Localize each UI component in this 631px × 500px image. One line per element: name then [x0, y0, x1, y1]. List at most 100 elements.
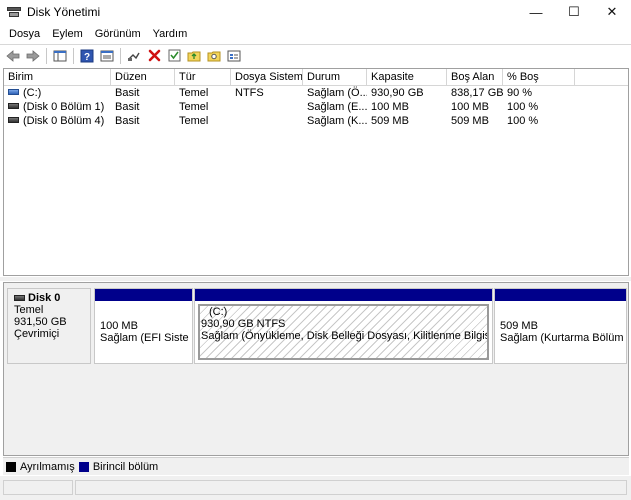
toolbar-separator	[73, 47, 74, 64]
partition-bar	[495, 289, 626, 301]
pane-splitter[interactable]	[0, 277, 631, 281]
legend-swatch	[6, 461, 16, 472]
partition-c[interactable]: (C:) 930,90 GB NTFS Sağlam (Önyükleme, D…	[194, 288, 493, 364]
column-header-bos-alan[interactable]: Boş Alan	[447, 69, 503, 85]
cell-durum: Sağlam (K...	[307, 115, 367, 127]
partition-bar	[195, 289, 492, 301]
cell-birim: (Disk 0 Bölüm 4)	[4, 114, 111, 128]
status-bar	[0, 476, 631, 500]
legend-item-primary: Birincil bölüm	[78, 460, 159, 473]
cell-tur: Temel	[179, 115, 209, 127]
cell-durum: Sağlam (E...	[307, 101, 367, 113]
toolbar-separator	[46, 47, 47, 64]
partition-status: Sağlam (Kurtarma Bölümü)	[500, 332, 623, 344]
cell-dosya-sistemi	[231, 114, 303, 128]
cell-birim: (Disk 0 Bölüm 1)	[4, 100, 111, 114]
partition-recovery[interactable]: 509 MB Sağlam (Kurtarma Bölümü)	[494, 288, 627, 364]
volume-icon	[8, 103, 19, 110]
volume-name: (Disk 0 Bölüm 4)	[23, 115, 105, 127]
cell-dosya-sistemi	[231, 100, 303, 114]
console-tree-icon[interactable]	[50, 47, 70, 65]
volume-name: (Disk 0 Bölüm 1)	[23, 101, 105, 113]
legend: Ayrılmamış Birincil bölüm	[3, 457, 629, 475]
cell-birim: (C:)	[4, 86, 111, 100]
cell-kapasite: 930,90 GB	[371, 87, 424, 99]
volume-icon	[8, 89, 19, 96]
disk-graphical-view: Disk 0 Temel 931,50 GB Çevrimiçi 100 MB …	[3, 282, 629, 456]
disk-name: Disk 0	[28, 292, 61, 304]
cell-yuzde-bos: 100 %	[507, 115, 539, 127]
partition-body-selected: (C:) 930,90 GB NTFS Sağlam (Önyükleme, D…	[198, 304, 489, 360]
search-folder-icon[interactable]	[204, 47, 224, 65]
partition-bar	[95, 289, 192, 301]
cell-durum: Sağlam (Ö...	[307, 87, 367, 99]
minimize-button[interactable]: —	[517, 0, 555, 24]
check-icon[interactable]	[164, 47, 184, 65]
folder-up-icon[interactable]	[184, 47, 204, 65]
partition-efi[interactable]: 100 MB Sağlam (EFI Sistem B	[94, 288, 193, 364]
partition-status: Sağlam (Önyükleme, Disk Belleği Dosyası,…	[201, 330, 487, 342]
disk-size: 931,50 GB	[14, 316, 67, 328]
partition-body: 100 MB Sağlam (EFI Sistem B	[98, 304, 189, 360]
properties-icon[interactable]	[97, 47, 117, 65]
disk-row: Disk 0 Temel 931,50 GB Çevrimiçi 100 MB …	[7, 288, 627, 364]
partition-size: 100 MB	[100, 320, 138, 332]
column-header-duzen[interactable]: Düzen	[111, 69, 175, 85]
cell-tur: Temel	[179, 87, 209, 99]
table-row[interactable]: (C:) Basit Temel NTFS Sağlam (Ö... 930,9…	[4, 86, 628, 100]
help-icon[interactable]: ?	[77, 47, 97, 65]
column-header-kapasite[interactable]: Kapasite	[367, 69, 447, 85]
disk-icon	[14, 295, 25, 301]
partition-body: 509 MB Sağlam (Kurtarma Bölümü)	[498, 304, 623, 360]
cell-duzen: Basit	[115, 115, 140, 127]
list-header: Birim Düzen Tür Dosya Sistemi Durum Kapa…	[4, 69, 628, 86]
cell-yuzde-bos: 100 %	[507, 101, 539, 113]
forward-arrow-icon[interactable]	[23, 47, 43, 65]
volume-icon	[8, 117, 19, 124]
graph-background: Disk 0 Temel 931,50 GB Çevrimiçi 100 MB …	[4, 283, 628, 455]
legend-label: Birincil bölüm	[92, 460, 159, 473]
cell-bos-alan: 509 MB	[451, 115, 489, 127]
table-row[interactable]: (Disk 0 Bölüm 1) Basit Temel Sağlam (E..…	[4, 100, 628, 114]
column-header-birim[interactable]: Birim	[4, 69, 111, 85]
connect-icon[interactable]	[124, 47, 144, 65]
column-header-durum[interactable]: Durum	[303, 69, 367, 85]
volume-name: (C:)	[23, 87, 42, 99]
close-button[interactable]: ✕	[593, 0, 631, 24]
disk-name-line: Disk 0	[14, 292, 90, 304]
menu-gorunum[interactable]: Görünüm	[89, 25, 147, 43]
partition-size: 930,90 GB NTFS	[201, 318, 286, 330]
title-bar: Disk Yönetimi — ☐ ✕	[0, 0, 631, 24]
delete-icon[interactable]	[144, 47, 164, 65]
back-arrow-icon[interactable]	[3, 47, 23, 65]
partition-title: (C:)	[209, 306, 228, 318]
partition-size: 509 MB	[500, 320, 538, 332]
svg-text:?: ?	[84, 52, 90, 63]
disk-management-icon	[7, 6, 21, 18]
column-header-tur[interactable]: Tür	[175, 69, 231, 85]
menu-yardim[interactable]: Yardım	[147, 25, 194, 43]
cell-kapasite: 100 MB	[371, 101, 409, 113]
maximize-button[interactable]: ☐	[555, 0, 593, 24]
column-header-yuzde-bos[interactable]: % Boş	[503, 69, 575, 85]
disk-status: Çevrimiçi	[14, 328, 60, 340]
legend-label: Ayrılmamış	[20, 460, 75, 473]
column-header-dosya-sistemi[interactable]: Dosya Sistemi	[231, 69, 303, 85]
legend-item-unallocated: Ayrılmamış	[6, 461, 75, 473]
drive-list-icon[interactable]	[224, 47, 244, 65]
cell-yuzde-bos: 90 %	[507, 87, 533, 99]
window-title: Disk Yönetimi	[27, 5, 101, 19]
toolbar: ?	[0, 44, 631, 66]
cell-tur: Temel	[179, 101, 209, 113]
partition-status: Sağlam (EFI Sistem B	[100, 332, 189, 344]
menu-dosya[interactable]: Dosya	[3, 25, 46, 43]
toolbar-separator	[120, 47, 121, 64]
cell-duzen: Basit	[115, 87, 140, 99]
status-cell	[3, 480, 73, 495]
disk-label[interactable]: Disk 0 Temel 931,50 GB Çevrimiçi	[7, 288, 91, 364]
menu-bar: Dosya Eylem Görünüm Yardım	[0, 25, 193, 43]
menu-eylem[interactable]: Eylem	[46, 25, 89, 43]
table-row[interactable]: (Disk 0 Bölüm 4) Basit Temel Sağlam (K..…	[4, 114, 628, 128]
legend-swatch	[78, 461, 89, 472]
disk-type: Temel	[14, 304, 44, 316]
